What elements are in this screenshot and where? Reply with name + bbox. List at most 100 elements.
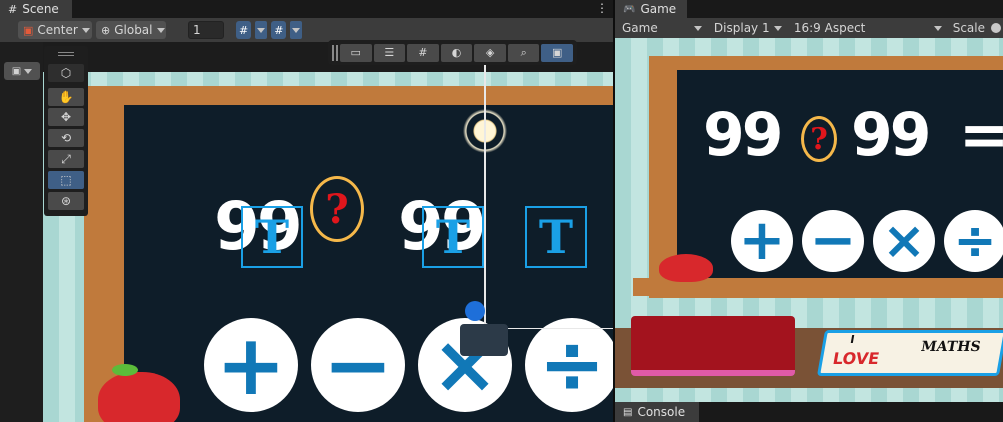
- move-tool-button[interactable]: ✥: [48, 108, 84, 126]
- rect-transform-icon: ▭: [350, 46, 361, 59]
- scene-question-mark: ?: [310, 176, 364, 242]
- grid-snap-icon: #: [239, 23, 249, 37]
- game-number-right: 99: [851, 100, 931, 170]
- hand-icon: ✋: [58, 90, 74, 104]
- game-apple: [659, 254, 713, 282]
- scene-t-icon[interactable]: T: [525, 206, 587, 268]
- camera-toggle-tool[interactable]: ▣: [541, 43, 574, 62]
- scene-empty-area: [0, 42, 43, 422]
- scene-divide-button[interactable]: ÷: [525, 318, 613, 412]
- align-tool[interactable]: ☰: [373, 43, 406, 62]
- rect-tool-button[interactable]: ⬚: [48, 171, 84, 189]
- camera-gizmo-icon[interactable]: [460, 324, 508, 356]
- game-plus-button[interactable]: +: [731, 210, 793, 272]
- display-dropdown-label: Display 1: [713, 21, 770, 35]
- aspect-dropdown[interactable]: 16:9 Aspect: [788, 19, 947, 37]
- scale-slider-knob[interactable]: [991, 23, 1001, 33]
- search-tool[interactable]: ⌕: [507, 43, 540, 62]
- console-tab[interactable]: ▤ Console: [615, 402, 699, 422]
- chevron-down-icon: [693, 25, 702, 31]
- space-label: Global: [114, 23, 153, 37]
- game-minus-button[interactable]: −: [802, 210, 864, 272]
- lighting-icon: ◐: [451, 46, 462, 59]
- chevron-down-icon: [292, 27, 301, 33]
- chevron-down-icon: [257, 27, 266, 33]
- drag-handle[interactable]: [58, 52, 74, 56]
- aspect-dropdown-label: 16:9 Aspect: [793, 21, 866, 35]
- view-tool-button[interactable]: ⬡: [48, 64, 84, 82]
- grid-icon: #: [8, 2, 18, 16]
- pivot-label: Center: [37, 23, 78, 37]
- scene-tab[interactable]: # Scene: [0, 0, 72, 18]
- scene-apple-leaf: [112, 364, 138, 376]
- scale-icon: ⤢: [61, 151, 71, 166]
- increment-snap-icon: #: [274, 23, 284, 37]
- space-dropdown[interactable]: ⊕ Global: [96, 21, 166, 39]
- hand-tool-button[interactable]: ✋: [48, 88, 84, 106]
- camera-dropdown[interactable]: ▣: [4, 62, 40, 80]
- grid-snap-tool[interactable]: #: [407, 43, 439, 62]
- more-options-icon[interactable]: ⋮: [596, 1, 608, 15]
- transform-gizmo-handle[interactable]: [465, 301, 485, 321]
- book-text-love: LOVE: [831, 349, 881, 368]
- game-dropdown-label: Game: [622, 21, 658, 35]
- scene-plus-button[interactable]: +: [204, 318, 298, 412]
- multiply-icon: ×: [882, 211, 926, 271]
- scale-label: Scale: [952, 21, 986, 35]
- game-toolbar: Game Display 1 16:9 Aspect Scale: [615, 18, 1003, 38]
- console-tab-label: Console: [637, 405, 686, 419]
- transform-icon: ⊛: [60, 194, 72, 208]
- pivot-icon: ▣: [23, 23, 34, 37]
- game-view[interactable]: 99 ? 99 = + − × ÷ I LOVE MATHS: [615, 38, 1003, 402]
- scene-minus-button[interactable]: −: [311, 318, 405, 412]
- scene-t-icon[interactable]: T: [241, 206, 303, 268]
- display-dropdown[interactable]: Display 1: [708, 19, 787, 37]
- game-equals-sign: =: [959, 100, 1003, 170]
- scene-view[interactable]: 99 99 ? T T T + − × ÷ ▣: [0, 42, 613, 422]
- book-text-i: I: [849, 333, 856, 346]
- game-tab[interactable]: 🎮 Game: [615, 0, 687, 18]
- scene-tabbar: [0, 0, 613, 18]
- scale-tool-button[interactable]: ⤢: [48, 150, 84, 168]
- increment-snap-dropdown[interactable]: [290, 21, 303, 39]
- chevron-down-icon: [933, 25, 942, 31]
- transform-tool-button[interactable]: ⊛: [48, 192, 84, 210]
- camera-toggle-icon: ▣: [552, 46, 563, 59]
- grid-snap-dropdown[interactable]: [255, 21, 268, 39]
- game-question-mark: ?: [801, 116, 837, 162]
- plus-icon: +: [738, 208, 786, 273]
- move-icon: ✥: [60, 110, 72, 124]
- game-divide-button[interactable]: ÷: [944, 210, 1003, 272]
- gamepad-icon: 🎮: [623, 3, 636, 15]
- scene-t-icon[interactable]: T: [422, 206, 484, 268]
- drag-handle[interactable]: [332, 44, 338, 61]
- rect-transform-tool[interactable]: ▭: [339, 43, 372, 62]
- lighting-tool[interactable]: ◐: [440, 43, 473, 62]
- divide-icon: ÷: [538, 318, 606, 411]
- gizmos-tool[interactable]: ◈: [474, 43, 506, 62]
- grid-size-value: 1: [193, 23, 201, 37]
- camera-icon: ▣: [11, 65, 22, 77]
- game-open-book: I LOVE MATHS: [816, 330, 1003, 376]
- rotate-tool-button[interactable]: ⟲: [48, 129, 84, 147]
- rect-icon: ⬚: [60, 173, 72, 187]
- game-dropdown[interactable]: Game: [617, 19, 707, 37]
- scene-tools-panel: ⬡ ✋ ✥ ⟲ ⤢ ⬚ ⊛: [44, 46, 88, 216]
- plus-icon: +: [215, 316, 287, 414]
- chevron-down-icon: [156, 27, 165, 33]
- globe-icon: ⊕: [101, 23, 111, 37]
- chevron-down-icon: [24, 68, 33, 74]
- grid-size-input[interactable]: 1: [188, 21, 224, 39]
- increment-snap-button[interactable]: #: [271, 21, 287, 39]
- game-multiply-button[interactable]: ×: [873, 210, 935, 272]
- grid-snap-button[interactable]: #: [236, 21, 252, 39]
- grid-snap-icon: #: [418, 46, 428, 59]
- search-icon: ⌕: [520, 45, 527, 59]
- book-text-maths: MATHS: [919, 339, 982, 355]
- pivot-dropdown[interactable]: ▣ Center: [18, 21, 92, 39]
- gizmos-icon: ◈: [485, 46, 495, 59]
- minus-icon: −: [809, 208, 857, 273]
- minus-icon: −: [322, 316, 394, 414]
- scene-toolbar: ▣ Center ⊕ Global 1 # #: [0, 18, 613, 42]
- console-icon: ▤: [623, 406, 633, 418]
